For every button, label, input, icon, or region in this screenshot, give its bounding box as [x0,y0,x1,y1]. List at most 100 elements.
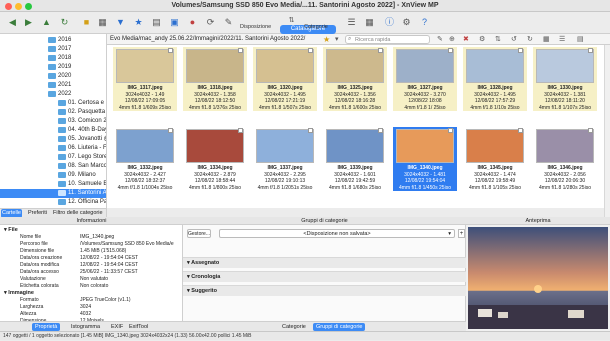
info-group-header[interactable]: ▾ Immagine [4,290,34,296]
rotate-icon[interactable]: ⟳ [204,16,217,29]
detail-view-icon[interactable]: ☰ [559,35,565,43]
select-checkbox[interactable] [238,128,243,133]
sidebar-item-2020[interactable]: 2020 [0,72,106,81]
thumbnail-item[interactable]: IMG_1325.jpeg 3024x4032 - 1.356 12/08/22 1… [323,47,387,111]
help-icon[interactable]: ? [418,16,431,29]
refresh-icon[interactable]: ↻ [58,16,71,29]
select-checkbox[interactable] [378,48,383,53]
sidebar-item-06-liuteria-f[interactable]: 06. Liuteria - F [0,144,106,153]
manager-button[interactable]: Gestore... [187,229,211,238]
favorite-star-icon[interactable]: ★ [323,35,330,44]
edit-icon[interactable]: ✎ [222,16,235,29]
grid-icon[interactable]: ▦ [363,16,376,29]
rotate-left-icon[interactable]: ↺ [511,35,517,43]
sidebar-item-2016[interactable]: 2016 [0,36,106,45]
sidebar-item-2018[interactable]: 2018 [0,54,106,63]
sidebar-item-11-santorini-ag[interactable]: 11. Santorini Ag [0,189,106,198]
thumbnail-item[interactable]: IMG_1328.jpeg 3024x4032 - 1.495 12/08/22 1… [463,47,527,111]
add-group-button[interactable]: + [458,229,465,238]
select-checkbox[interactable] [238,48,243,53]
sidebar-item-02-pasquetta-1[interactable]: 02. Pasquetta 1 [0,108,106,117]
grid-view-icon[interactable]: ▦ [543,35,550,43]
tab-exif[interactable]: EXIF [108,323,126,331]
view-mode-icon[interactable]: ▦ [96,16,109,29]
select-checkbox[interactable] [168,48,173,53]
settings-icon[interactable]: ⚙ [400,16,413,29]
delete-icon[interactable]: ✖ [463,35,469,43]
filter-dropdown-icon[interactable]: ▾ [335,35,339,43]
select-checkbox[interactable] [588,128,593,133]
filter-icon[interactable]: ▼ [114,16,127,29]
info-group-header[interactable]: ▾ File [4,227,18,233]
convert-icon[interactable]: ● [186,16,199,29]
move-icon[interactable]: ⊕ [449,35,455,43]
sidebar-item-2021[interactable]: 2021 [0,81,106,90]
list-icon[interactable]: ☰ [345,16,358,29]
close-window-button[interactable] [5,3,12,10]
select-checkbox[interactable] [308,128,313,133]
sidebar-item-2017[interactable]: 2017 [0,45,106,54]
print-icon[interactable]: ▤ [150,16,163,29]
sidebar-item-03-comicon-21[interactable]: 03. Comicon 21 [0,117,106,126]
rotate-right-icon[interactable]: ↻ [527,35,533,43]
thumbnail-item[interactable]: IMG_1317.jpeg 3024x4032 - 1.49 12/08/22 17… [113,47,177,111]
sidebar-item-10-samuele-be[interactable]: 10. Samuele Be [0,180,106,189]
sidebar-item-08-san-marco[interactable]: 08. San Marco [0,162,106,171]
sidebar-item-04-40th-b-day[interactable]: 04. 40th B-Day [0,126,106,135]
thumbnail-item[interactable]: IMG_1327.jpeg 3024x4032 - 3.270 12/08/22 1… [393,47,457,111]
select-checkbox[interactable] [518,48,523,53]
quick-search-input[interactable]: ⌕ Ricerca rapida [345,35,430,44]
thumbnail-item[interactable]: IMG_1334.jpeg 3024x4032 - 2.879 12/08/22 1… [183,127,247,191]
slideshow-icon[interactable]: ▣ [168,16,181,29]
sidebar-item-01-certosa-e-m[interactable]: 01. Certosa e M [0,99,106,108]
select-checkbox[interactable] [168,128,173,133]
sidebar-item-2019[interactable]: 2019 [0,63,106,72]
thumbnail-item[interactable]: IMG_1340.jpeg 3024x4032 - 1.481 12/08/22 1… [393,127,457,191]
favorites-icon[interactable]: ★ [132,16,145,29]
sidebar-item-09-milano[interactable]: 09. Milano [0,171,106,180]
select-checkbox[interactable] [378,128,383,133]
group-cronologia[interactable]: ▾ Cronologia [183,271,466,282]
info-icon[interactable]: ⓘ [383,16,396,29]
layout-menu[interactable]: Disposizione [240,24,271,30]
group-suggerito[interactable]: ▾ Suggerito [183,285,466,296]
sort-toggle-icon[interactable]: ⇅ [495,35,501,43]
thumbnail-item[interactable]: IMG_1318.jpeg 3024x4032 - 1.358 12/08/22 1… [183,47,247,111]
grid-scrollbar[interactable] [604,45,610,217]
tab-exiftool[interactable]: ExifTool [126,323,151,331]
sidebar-item-2022[interactable]: 2022 [0,90,106,99]
tools-icon[interactable]: ⚙ [479,35,485,43]
minimize-window-button[interactable] [15,3,22,10]
sidebar-toggle-icon[interactable]: ▤ [577,35,584,43]
select-checkbox[interactable] [518,128,523,133]
tab-categorie[interactable]: Categorie [279,323,309,331]
tab-istogramma[interactable]: Istogramma [68,323,103,331]
sidebar-item-12-officina-par[interactable]: 12. Officina Par [0,198,106,207]
tab-proprieta[interactable]: Proprietà [32,323,61,331]
back-icon[interactable]: ◀ [6,16,19,29]
thumbnail-item[interactable]: IMG_1320.jpeg 3024x4032 - 1.495 12/08/22 1… [253,47,317,111]
thumbnail-item[interactable]: IMG_1337.jpeg 3024x4032 - 2.295 12/08/22 1… [253,127,317,191]
tab-gruppi-categorie[interactable]: Gruppi di categorie [313,323,366,331]
thumbnail-item[interactable]: IMG_1330.jpeg 3024x4032 - 1.381 12/08/22 1… [533,47,597,111]
thumbnail-item[interactable]: IMG_1332.jpeg 3024x4032 - 2.427 12/08/22 1… [113,127,177,191]
thumbnail-item[interactable]: IMG_1345.jpeg 3024x4032 - 1.474 12/08/22 1… [463,127,527,191]
thumbnail-item[interactable]: IMG_1346.jpeg 3024x4032 - 2.056 12/08/22 2… [533,127,597,191]
folder-icon[interactable]: ■ [80,16,93,29]
zoom-window-button[interactable] [25,3,32,10]
folder-tree[interactable]: 2016 2017 2018 2019 2020 2021 2022 01. Certosa … [0,34,107,208]
categories-menu[interactable]: Categorie [304,24,328,30]
sidebar-item-07-lego-store[interactable]: 07. Lego Store [0,153,106,162]
sort-icon[interactable]: ⇅ [285,14,298,27]
up-folder-icon[interactable]: ▲ [40,16,53,29]
forward-icon[interactable]: ▶ [22,16,35,29]
select-checkbox[interactable] [588,48,593,53]
group-assegnato[interactable]: ▾ Assegnato [183,257,466,268]
select-checkbox[interactable] [448,48,453,53]
edit-tool-icon[interactable]: ✎ [437,35,443,43]
thumbnail-item[interactable]: IMG_1339.jpeg 3024x4032 - 1.601 12/08/22 1… [323,127,387,191]
select-checkbox[interactable] [448,128,453,133]
sidebar-item-05-jovanotti[interactable]: 05. Jovanotti @ [0,135,106,144]
layout-dropdown[interactable]: <Disposizione non salvata> ▾ [219,229,455,238]
path-text[interactable]: Evo Media/mac_andy 25.06.22/Immagini/202… [110,36,305,42]
